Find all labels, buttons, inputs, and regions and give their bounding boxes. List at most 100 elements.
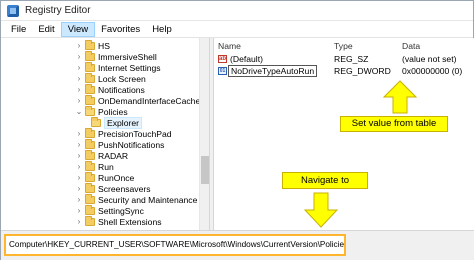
column-header-type[interactable]: Type [334, 41, 353, 51]
title-bar: Registry Editor [1, 1, 473, 21]
value-list: Name Type Data ab (Default) REG_SZ (valu… [214, 38, 474, 230]
tree-item-label: Notifications [98, 84, 145, 95]
list-row[interactable]: 01 NoDriveTypeAutoRun REG_DWORD 0x000000… [214, 65, 474, 77]
folder-open-icon [91, 116, 101, 127]
menu-file[interactable]: File [5, 22, 32, 37]
chevron-right-icon[interactable]: › [75, 173, 83, 182]
chevron-right-icon[interactable]: › [75, 206, 83, 215]
folder-icon [85, 127, 95, 138]
tree-item[interactable]: › RADAR [75, 149, 129, 161]
folder-icon [85, 215, 95, 226]
tree-item-label: ImmersiveShell [98, 51, 157, 62]
value-name: (Default) [230, 54, 263, 64]
tree-item[interactable]: › ImmersiveShell [75, 50, 157, 62]
folder-icon [85, 39, 95, 50]
tree-item-label: RADAR [98, 150, 129, 161]
tree-item[interactable]: › RunOnce [75, 171, 135, 183]
tree-item-policies[interactable]: ⌄ Policies [75, 105, 128, 117]
tree-item-label: Policies [98, 106, 128, 117]
tree-item-label: Lock Screen [98, 73, 146, 84]
chevron-right-icon[interactable]: › [75, 63, 83, 72]
folder-icon [85, 94, 95, 105]
tree-scrollbar[interactable] [199, 38, 209, 230]
menu-view[interactable]: View [60, 22, 96, 37]
tree-item-label: OnDemandInterfaceCache [98, 95, 201, 106]
folder-icon [85, 160, 95, 171]
tree-item-label-selected: Explorer [104, 116, 142, 129]
tree-item-label: SettingSync [98, 205, 144, 216]
tree-item[interactable]: › Notifications [75, 83, 145, 95]
folder-icon [85, 182, 95, 193]
registry-editor-icon [7, 4, 19, 17]
chevron-right-icon[interactable]: › [75, 41, 83, 50]
column-header-name[interactable]: Name [218, 41, 241, 51]
navigate-callout: Navigate to [282, 172, 368, 189]
tree-item[interactable]: › Security and Maintenance [75, 193, 198, 205]
tree-item[interactable]: › PushNotifications [75, 138, 165, 150]
tree-item[interactable]: › Run [75, 160, 114, 172]
chevron-right-icon[interactable]: › [75, 217, 83, 226]
chevron-right-icon[interactable]: › [75, 96, 83, 105]
folder-icon [85, 138, 95, 149]
chevron-right-icon[interactable]: › [75, 74, 83, 83]
tree-item-label: Run [98, 161, 114, 172]
folder-icon [85, 149, 95, 160]
folder-icon [85, 50, 95, 61]
chevron-right-icon[interactable]: › [75, 162, 83, 171]
binary-value-icon: 01 [218, 67, 227, 75]
chevron-right-icon[interactable]: › [75, 85, 83, 94]
tree-item-label: PushNotifications [98, 139, 165, 150]
chevron-right-icon[interactable]: › [75, 129, 83, 138]
tree-item[interactable]: › Screensavers [75, 182, 151, 194]
tree-item[interactable]: › SettingSync [75, 204, 144, 216]
window-title: Registry Editor [25, 5, 91, 16]
chevron-right-icon[interactable]: › [75, 195, 83, 204]
chevron-right-icon[interactable]: › [75, 151, 83, 160]
folder-icon [85, 193, 95, 204]
down-arrow-icon [303, 192, 339, 228]
list-header: Name Type Data [214, 38, 474, 52]
folder-icon [85, 72, 95, 83]
tree-item-label: Internet Settings [98, 62, 161, 73]
tree-item-label: HS [98, 40, 110, 51]
tree-item[interactable]: › Lock Screen [75, 72, 146, 84]
tree-item-label: Shell Extensions [98, 216, 162, 227]
column-header-data[interactable]: Data [402, 41, 420, 51]
menu-bar: File Edit View Favorites Help [1, 22, 473, 38]
folder-icon [85, 61, 95, 72]
menu-help[interactable]: Help [146, 22, 178, 37]
tree-item-label: Screensavers [98, 183, 151, 194]
status-bar: Computer\HKEY_CURRENT_USER\SOFTWARE\Micr… [1, 230, 474, 260]
folder-icon [85, 83, 95, 94]
folder-icon [85, 171, 95, 182]
tree-scrollbar-thumb[interactable] [201, 156, 209, 184]
folder-open-icon [85, 105, 95, 116]
list-row[interactable]: ab (Default) REG_SZ (value not set) [214, 53, 474, 65]
value-data: 0x00000000 (0) [402, 66, 463, 76]
key-tree: › HS › ImmersiveShell › Internet Settings ›… [1, 38, 209, 230]
menu-favorites[interactable]: Favorites [95, 22, 146, 37]
value-type: REG_SZ [334, 54, 369, 64]
address-path[interactable]: Computer\HKEY_CURRENT_USER\SOFTWARE\Micr… [4, 234, 346, 256]
value-type: REG_DWORD [334, 66, 391, 76]
tree-item[interactable]: › Shell Extensions [75, 215, 162, 227]
tree-item-explorer[interactable]: Explorer [89, 116, 142, 129]
tree-item[interactable]: › HS [75, 39, 110, 51]
value-data: (value not set) [402, 54, 457, 64]
set-value-callout: Set value from table [340, 116, 448, 132]
tree-item-label: PrecisionTouchPad [98, 128, 172, 139]
tree-item[interactable]: › PrecisionTouchPad [75, 127, 172, 139]
chevron-right-icon[interactable]: › [75, 184, 83, 193]
chevron-right-icon[interactable]: › [75, 140, 83, 149]
tree-item[interactable]: › OnDemandInterfaceCache [75, 94, 201, 106]
value-name: NoDriveTypeAutoRun [228, 65, 318, 77]
up-arrow-icon [382, 80, 418, 114]
menu-edit[interactable]: Edit [32, 22, 60, 37]
tree-item-label: RunOnce [98, 172, 135, 183]
chevron-down-icon[interactable]: ⌄ [75, 107, 83, 116]
tree-item-label: Security and Maintenance [98, 194, 198, 205]
folder-icon [85, 204, 95, 215]
string-value-icon: ab [218, 55, 227, 63]
tree-item[interactable]: › Internet Settings [75, 61, 161, 73]
chevron-right-icon[interactable]: › [75, 52, 83, 61]
